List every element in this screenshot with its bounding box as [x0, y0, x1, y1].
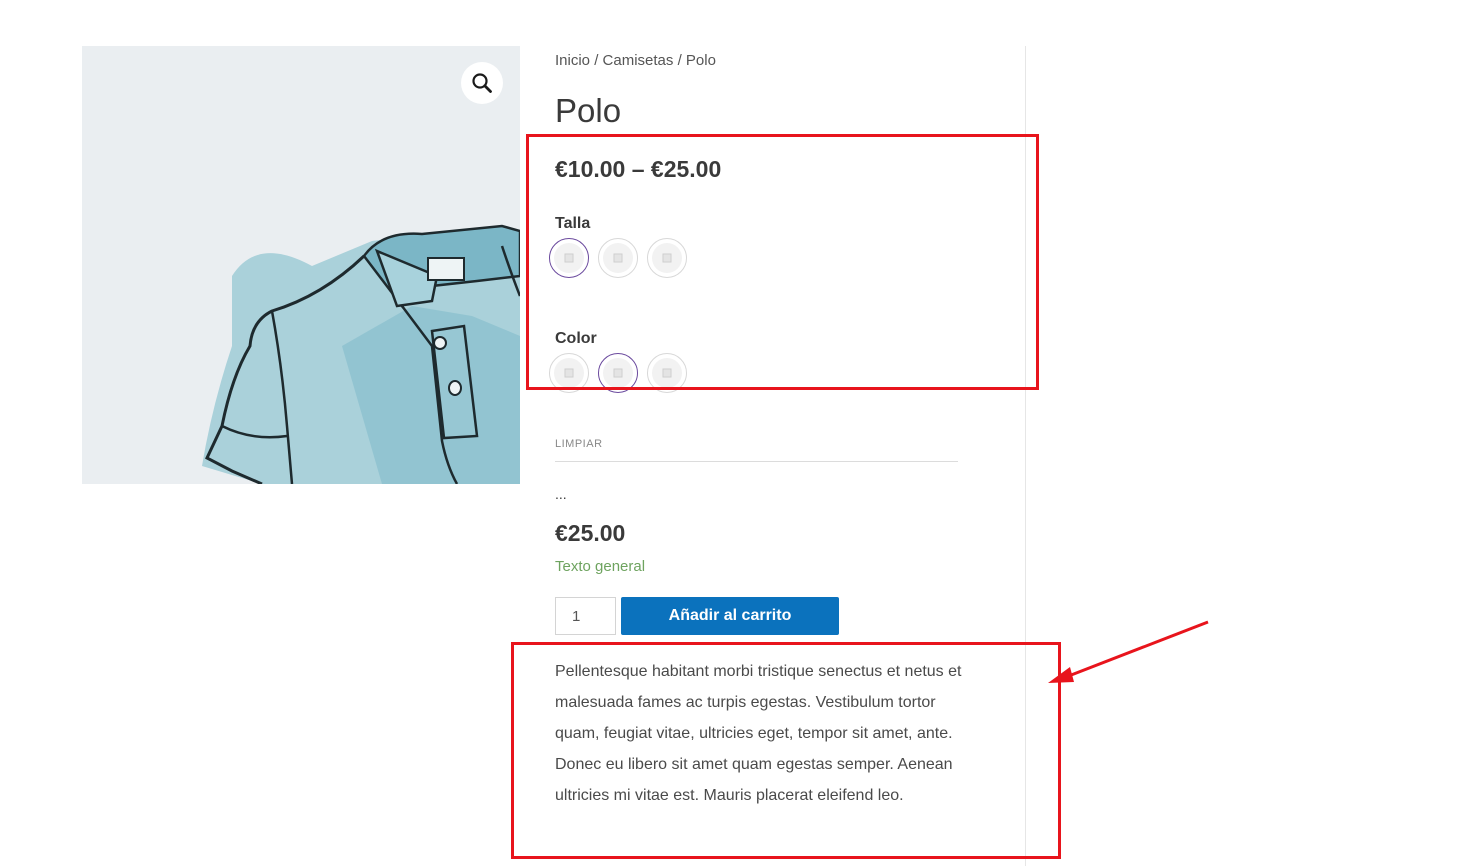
- polo-shirt-image: [202, 224, 520, 484]
- breadcrumb-current: Polo: [685, 52, 716, 69]
- zoom-button[interactable]: [461, 62, 503, 104]
- variations-divider: [555, 461, 958, 462]
- stock-status: Texto general: [555, 558, 646, 575]
- product-title: Polo: [555, 92, 622, 129]
- annotation-box-description: [511, 642, 1061, 859]
- breadcrumb-separator: /: [594, 52, 599, 69]
- variation-price: €25.00: [555, 520, 626, 546]
- variation-description: ...: [555, 486, 567, 502]
- annotation-box-variations: [526, 134, 1039, 390]
- breadcrumb-separator: /: [677, 52, 682, 69]
- quantity-input[interactable]: [555, 597, 616, 635]
- product-gallery[interactable]: [82, 46, 520, 484]
- breadcrumb: Inicio / Camisetas / Polo: [555, 52, 716, 69]
- breadcrumb-category-link[interactable]: Camisetas: [603, 52, 674, 69]
- magnifier-icon: [472, 73, 492, 93]
- clear-selection-link[interactable]: LIMPIAR: [555, 438, 603, 450]
- annotation-arrow: [1048, 620, 1209, 683]
- breadcrumb-home-link[interactable]: Inicio: [555, 52, 590, 69]
- add-to-cart-button[interactable]: Añadir al carrito: [621, 597, 839, 635]
